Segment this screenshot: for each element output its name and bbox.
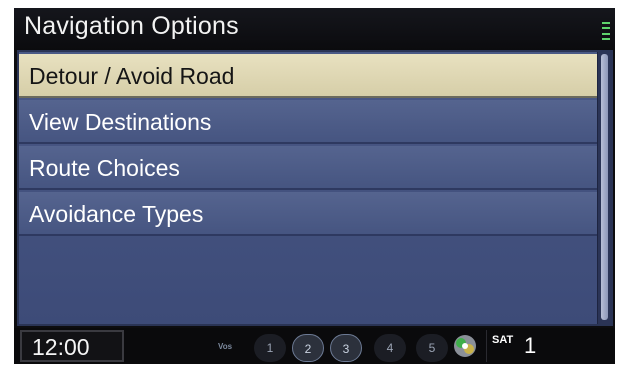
menu-item-label: View Destinations <box>29 109 212 135</box>
source-label: SAT <box>492 334 514 346</box>
menu-item-label: Route Choices <box>29 155 180 181</box>
display-bezel: Navigation Options Detour / Avoid Road V… <box>0 0 629 371</box>
menu-item-view-destinations[interactable]: View Destinations <box>19 100 597 144</box>
menu-panel: Detour / Avoid Road View Destinations Ro… <box>17 50 613 326</box>
preset-3-button[interactable]: 3 <box>330 334 362 362</box>
preset-2-button[interactable]: 2 <box>292 334 324 362</box>
menu-item-label: Avoidance Types <box>29 201 204 227</box>
menu-item-avoidance-types[interactable]: Avoidance Types <box>19 192 597 236</box>
page-title: Navigation Options <box>24 12 239 40</box>
menu-item-label: Detour / Avoid Road <box>29 63 235 89</box>
signal-strength-icon <box>601 22 611 40</box>
title-bar: Navigation Options <box>14 8 615 50</box>
preset-4-button[interactable]: 4 <box>374 334 406 362</box>
menu-list: Detour / Avoid Road View Destinations Ro… <box>19 52 597 324</box>
preset-5-button[interactable]: 5 <box>416 334 448 362</box>
clock-box: 12:00 <box>20 330 124 362</box>
clock: 12:00 <box>32 334 90 360</box>
scrollbar-thumb[interactable] <box>601 54 608 320</box>
menu-item-detour-avoid-road[interactable]: Detour / Avoid Road <box>19 54 597 98</box>
audio-source-label: Vos <box>218 342 233 351</box>
satellite-radio-icon <box>454 335 476 357</box>
scrollbar[interactable] <box>597 52 611 324</box>
status-bar: 12:00 Vos 1 2 3 4 5 SAT 1 <box>14 328 615 364</box>
source-channel: 1 <box>524 333 537 358</box>
preset-1-button[interactable]: 1 <box>254 334 286 362</box>
menu-item-route-choices[interactable]: Route Choices <box>19 146 597 190</box>
head-unit-screen: Navigation Options Detour / Avoid Road V… <box>14 8 615 364</box>
